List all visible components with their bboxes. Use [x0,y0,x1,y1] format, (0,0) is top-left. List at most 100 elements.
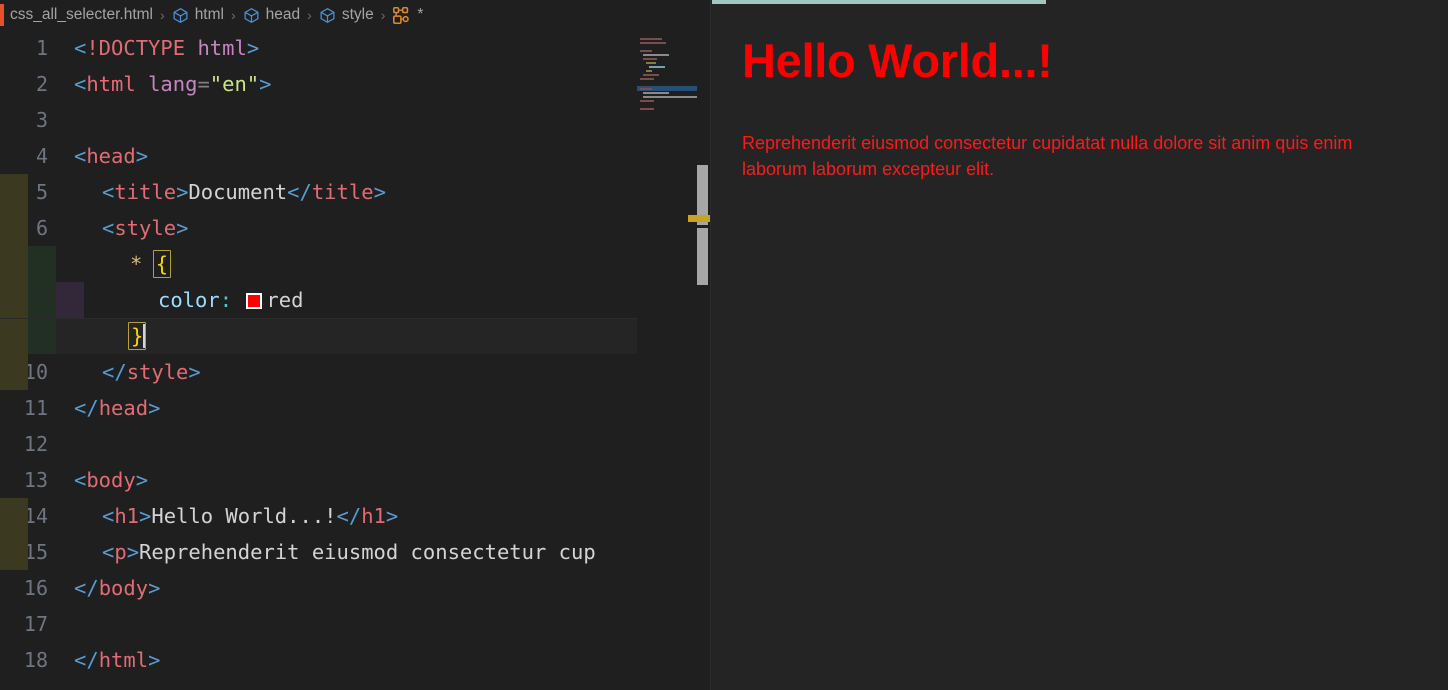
code-line[interactable]: 12 [0,426,637,462]
browser-preview-pane[interactable]: Hello World...! Reprehenderit eiusmod co… [711,0,1448,690]
breadcrumb-item-head[interactable]: head [243,6,300,24]
minimap-line [640,42,666,44]
code-token: < [102,180,115,204]
scrollbar-zone[interactable] [688,30,716,690]
minimap-line [640,100,654,102]
code-token: > [148,576,161,600]
code-line[interactable]: 8color: red [0,282,637,318]
breadcrumb-style-label: style [341,6,374,23]
code-line[interactable]: 3 [0,102,637,138]
code-line[interactable]: 5 <title>Document</title> [0,174,637,210]
color-swatch-icon[interactable] [246,293,263,309]
code-line[interactable]: 6 <style> [0,210,637,246]
line-number: 12 [23,432,48,456]
breadcrumb[interactable]: css_all_selecter.html › html › head › st… [0,0,710,30]
code-line[interactable]: 1 <!DOCTYPE html> [0,30,637,66]
code-line[interactable]: 15 <p>Reprehenderit eiusmod consectetur c… [0,534,637,570]
code-line[interactable]: 11 </head> [0,390,637,426]
code-token: title [114,180,177,204]
symbol-cube-icon [243,7,260,24]
breadcrumb-html-label: html [194,6,224,23]
line-content: <!DOCTYPE html> [74,30,637,66]
minimap-line [640,50,652,52]
indent-guide [0,354,28,390]
breadcrumb-item-ruleset[interactable]: * [392,6,423,25]
breadcrumb-item-html[interactable]: html [172,6,224,24]
symbol-cube-icon [172,7,189,24]
breadcrumb-item-file[interactable]: css_all_selecter.html [10,6,153,24]
breadcrumb-head-label: head [265,6,301,23]
indent-guide [0,210,28,246]
code-editor[interactable]: 1 <!DOCTYPE html> 2 <html lang="en"> 3 4 < head… [0,30,637,690]
line-content: <html lang="en"> [74,66,637,102]
code-token: < [74,144,87,168]
indent-guide [0,318,28,354]
code-token: head [98,396,149,420]
code-token: > [385,504,399,528]
code-line[interactable]: 14 <h1>Hello World...!</h1> [0,498,637,534]
minimap-line [649,66,665,68]
bracket-match: { [152,250,172,278]
line-content: <style> [102,210,637,246]
indent-guide [0,282,28,318]
code-line[interactable]: 10 </style> [0,354,637,390]
vertical-scrollbar-thumb-lower[interactable] [697,228,708,285]
code-token: > [188,360,201,384]
minimap-line [646,70,652,72]
code-token: > [246,36,260,60]
code-token: html [98,648,149,672]
preview-heading: Hello World...! [742,34,1053,87]
line-content: <h1>Hello World...!</h1> [102,498,637,534]
code-line[interactable]: 7* { [0,246,637,282]
code-token: </ [287,180,312,204]
indent-guide [28,318,56,354]
code-token: : [219,288,233,312]
line-number: 4 [35,144,48,168]
minimap-line [640,78,654,80]
code-token: </ [74,396,99,420]
minimap-line [640,108,654,110]
code-token: color [158,288,220,312]
minimap-line [646,62,656,64]
code-token: > [139,504,152,528]
code-token: lang [148,72,198,96]
code-line[interactable]: 13 <body> [0,462,637,498]
page-load-progress-bar [712,0,1046,4]
code-token: < [102,216,115,240]
editor-minimap[interactable] [637,30,697,690]
minimap-line [643,92,669,94]
breadcrumb-separator: › [230,7,236,23]
code-token: html [197,36,247,60]
indent-guide [28,282,56,318]
code-line[interactable]: 4 <head> [0,138,637,174]
line-content: </html> [74,642,637,678]
code-token: style [126,360,189,384]
breadcrumb-item-style[interactable]: style [319,6,374,24]
code-line[interactable]: 17 [0,606,637,642]
code-token: < [102,504,115,528]
code-token: > [176,180,189,204]
code-line[interactable]: 18 </html> [0,642,637,678]
code-line[interactable]: 16 </body> [0,570,637,606]
code-token: "en" [209,72,260,96]
breadcrumb-file-label: css_all_selecter.html [10,6,154,23]
code-token: < [74,468,87,492]
line-content: </head> [74,390,637,426]
code-line[interactable]: 9} [0,318,637,354]
code-token: * [130,252,143,276]
line-number: 13 [23,468,48,492]
code-token: > [259,72,272,96]
line-content: <body> [74,462,637,498]
code-line[interactable]: 2 <html lang="en"> [0,66,637,102]
line-content: } [128,318,637,354]
indent-guide [0,498,28,534]
indent-guide [0,246,28,282]
breadcrumb-separator: › [307,7,312,23]
code-token: p [114,540,127,564]
code-token: < [74,36,87,60]
code-token: < [102,540,115,564]
code-token: Hello World...! [151,504,337,528]
code-token: < [74,72,87,96]
